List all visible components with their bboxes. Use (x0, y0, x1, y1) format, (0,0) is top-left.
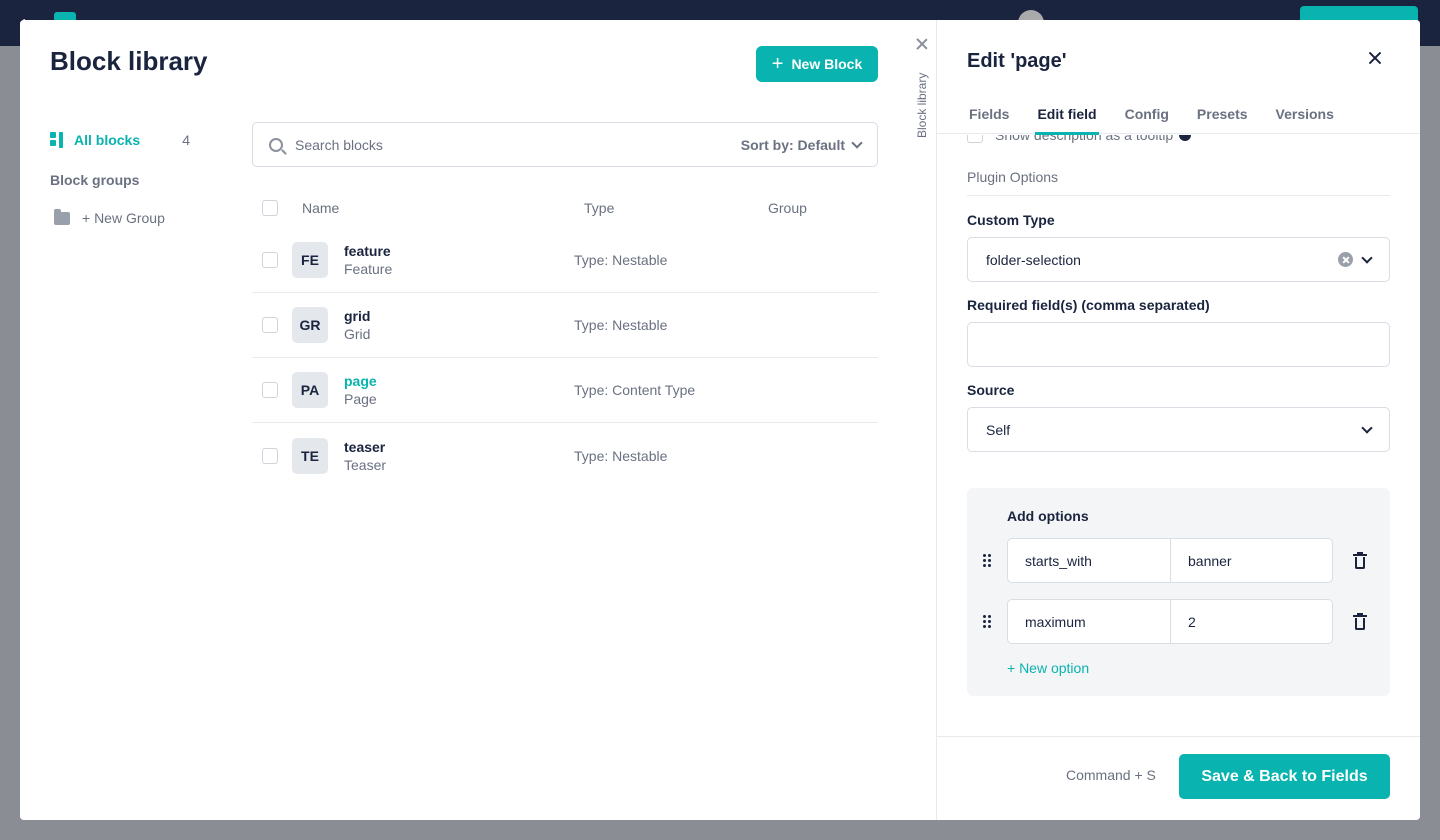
all-blocks-count: 4 (182, 132, 190, 148)
block-type: Type: Content Type (574, 382, 696, 398)
block-groups-heading: Block groups (50, 172, 140, 188)
row-checkbox[interactable] (262, 317, 278, 333)
table-row[interactable]: FE feature Feature Type: Nestable (252, 228, 878, 293)
column-name: Name (302, 200, 340, 216)
tab-versions[interactable]: Versions (1276, 98, 1334, 134)
drag-handle-icon[interactable] (981, 615, 993, 628)
save-back-button[interactable]: Save & Back to Fields (1179, 754, 1390, 799)
tab-config[interactable]: Config (1125, 98, 1169, 134)
close-icon[interactable] (1361, 44, 1389, 72)
blocks-table: Name Type Group FE feature Feature Type:… (252, 188, 878, 488)
block-display-name: Grid (344, 326, 371, 342)
close-library-icon[interactable] (916, 38, 928, 50)
edit-footer: Command + S Save & Back to Fields (937, 736, 1420, 820)
option-key-input[interactable] (1007, 599, 1171, 644)
option-row (981, 538, 1381, 583)
column-group: Group (768, 200, 807, 216)
block-name: page Page (344, 373, 574, 407)
tab-presets[interactable]: Presets (1197, 98, 1248, 134)
new-block-label: New Block (791, 56, 863, 72)
edit-field-form: Show description as a tooltip Plugin Opt… (937, 135, 1420, 736)
block-name: feature Feature (344, 243, 574, 277)
folder-icon (54, 208, 70, 225)
page-title: Block library (50, 46, 208, 76)
new-group-button[interactable]: + New Group (50, 208, 190, 226)
block-display-name: Page (344, 391, 377, 407)
plus-icon: + (771, 53, 784, 75)
chevron-down-icon (851, 136, 863, 149)
block-library-panel: Block library + New Block Block library … (20, 20, 936, 820)
nav-all-blocks-label: All blocks (74, 132, 141, 148)
plugin-options-heading: Plugin Options (967, 169, 1390, 196)
tooltip-option-label: Show description as a tooltip (995, 135, 1174, 143)
custom-type-select[interactable]: folder-selection (967, 237, 1390, 282)
options-box: Add options + New option (967, 488, 1390, 696)
block-display-name: Feature (344, 261, 393, 277)
sort-label: Sort by: Default (740, 136, 845, 153)
block-avatar: PA (292, 372, 328, 408)
tooltip-option-row: Show description as a tooltip (967, 135, 1192, 143)
custom-type-label: Custom Type (967, 212, 1055, 228)
column-type: Type (584, 200, 615, 216)
clear-icon[interactable] (1338, 252, 1353, 267)
trash-icon[interactable] (1353, 551, 1367, 569)
block-tech-name: feature (344, 243, 391, 259)
add-options-heading: Add options (1007, 508, 1089, 524)
block-type: Type: Nestable (574, 317, 668, 333)
row-checkbox[interactable] (262, 382, 278, 398)
search-input[interactable] (295, 136, 741, 153)
library-vertical-label: Block library (915, 72, 929, 138)
row-checkbox[interactable] (262, 252, 278, 268)
block-name: grid Grid (344, 308, 574, 342)
sort-dropdown[interactable]: Sort by: Default (740, 136, 863, 153)
search-icon (269, 137, 283, 152)
block-avatar: TE (292, 437, 328, 474)
chevron-down-icon (1361, 251, 1373, 264)
table-row[interactable]: GR grid Grid Type: Nestable (252, 293, 878, 358)
source-label: Source (967, 382, 1015, 398)
trash-icon[interactable] (1353, 612, 1367, 630)
block-type: Type: Nestable (574, 447, 668, 464)
tab-fields[interactable]: Fields (969, 98, 1009, 134)
option-value-input[interactable] (1171, 599, 1333, 644)
block-type: Type: Nestable (574, 252, 668, 268)
blocks-icon (50, 132, 66, 148)
library-side-nav: All blocks 4 Block groups + New Group (50, 130, 190, 226)
chevron-down-icon (1361, 421, 1373, 434)
block-library-modal: Block library + New Block Block library … (20, 20, 1420, 820)
keyboard-shortcut-hint: Command + S (1066, 767, 1156, 783)
custom-type-value: folder-selection (986, 251, 1081, 268)
required-fields-label: Required field(s) (comma separated) (967, 297, 1210, 313)
drag-handle-icon[interactable] (981, 554, 993, 567)
block-tech-name: grid (344, 308, 371, 324)
table-header: Name Type Group (252, 188, 878, 228)
nav-all-blocks[interactable]: All blocks 4 (50, 130, 190, 150)
search-bar: Sort by: Default (252, 122, 878, 167)
edit-title: Edit 'page' (967, 50, 1067, 72)
table-row[interactable]: PA page Page Type: Content Type (252, 358, 878, 423)
option-row (981, 599, 1381, 644)
source-select[interactable]: Self (967, 407, 1390, 452)
edit-tabs: Fields Edit field Config Presets Version… (937, 98, 1420, 135)
option-key-input[interactable] (1007, 538, 1171, 583)
block-tech-name: page (344, 373, 377, 389)
block-display-name: Teaser (344, 456, 387, 473)
edit-block-panel: Edit 'page' Fields Edit field Config Pre… (936, 20, 1420, 820)
table-row[interactable]: TE teaser Teaser Type: Nestable (252, 423, 878, 488)
row-checkbox[interactable] (262, 447, 278, 464)
new-group-label: + New Group (82, 210, 165, 226)
option-value-input[interactable] (1171, 538, 1333, 583)
required-fields-input[interactable] (967, 322, 1390, 367)
info-icon (1179, 135, 1192, 141)
tooltip-checkbox[interactable] (967, 135, 983, 143)
tab-edit-field[interactable]: Edit field (1035, 98, 1099, 135)
block-name: teaser Teaser (344, 439, 574, 473)
select-all-checkbox[interactable] (262, 200, 278, 216)
block-avatar: GR (292, 307, 328, 343)
source-value: Self (986, 421, 1011, 438)
new-block-button[interactable]: + New Block (756, 46, 878, 82)
new-option-button[interactable]: + New option (1007, 660, 1089, 676)
block-tech-name: teaser (344, 438, 386, 455)
block-avatar: FE (292, 242, 328, 278)
